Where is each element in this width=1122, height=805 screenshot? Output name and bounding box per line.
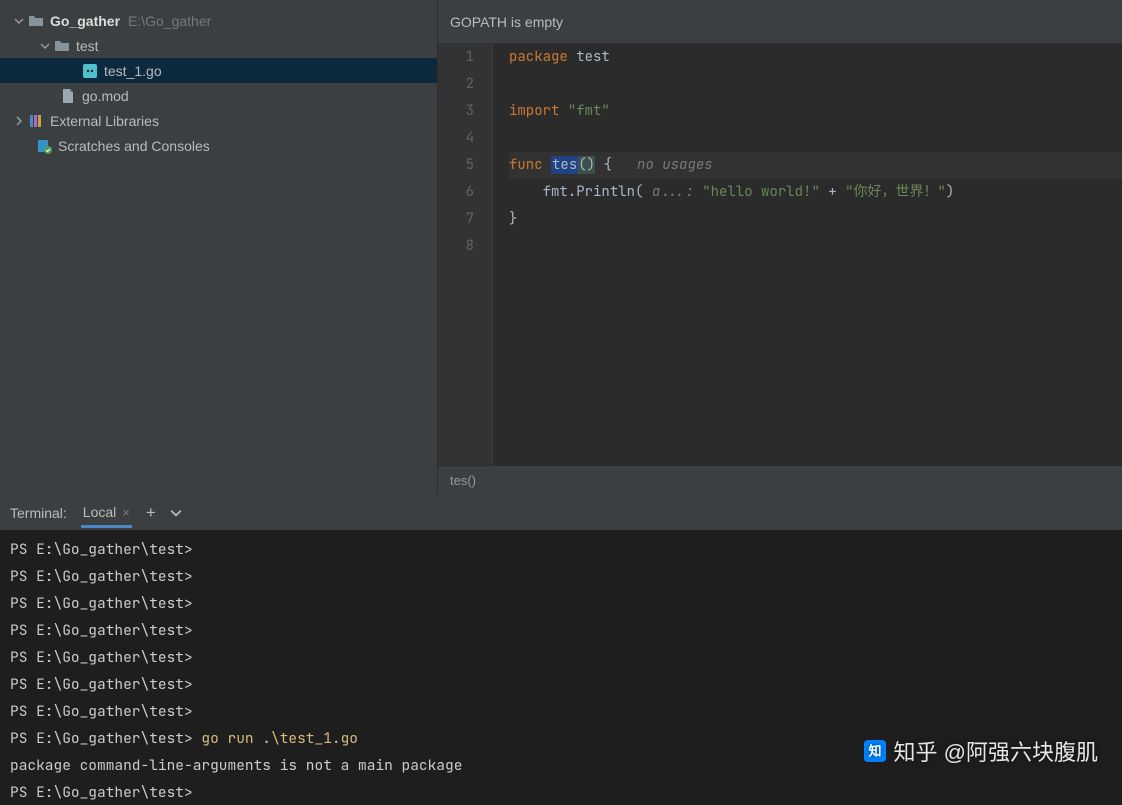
library-icon bbox=[28, 113, 44, 129]
terminal-title: Terminal: bbox=[10, 505, 67, 521]
scratch-icon bbox=[36, 138, 52, 154]
warning-text: GOPATH is empty bbox=[450, 14, 563, 30]
folder-icon bbox=[54, 38, 70, 54]
terminal-tab-local[interactable]: Local × bbox=[81, 498, 132, 528]
zhihu-icon: 知 bbox=[864, 740, 886, 762]
file-label: go.mod bbox=[82, 88, 129, 104]
func-parens: () bbox=[578, 156, 595, 174]
go-file-icon bbox=[82, 63, 98, 79]
svg-text:知: 知 bbox=[868, 744, 881, 759]
line-number[interactable]: 1 bbox=[438, 44, 474, 71]
project-path: E:\Go_gather bbox=[128, 13, 211, 29]
string-lit: "你好，世界！" bbox=[845, 183, 946, 201]
terminal-tabs[interactable]: Terminal: Local × + bbox=[0, 496, 1122, 530]
watermark: 知 知乎 @阿强六块腹肌 bbox=[864, 735, 1098, 767]
project-name: Go_gather bbox=[50, 13, 120, 29]
func-name: tes bbox=[551, 156, 578, 174]
project-tree[interactable]: Go_gather E:\Go_gather test test_1.go go… bbox=[0, 0, 438, 495]
tree-folder-test[interactable]: test bbox=[0, 33, 437, 58]
code-area[interactable]: package test import "fmt" func tes() { n… bbox=[493, 44, 1122, 465]
terminal-line: PS E:\Go_gather\test> bbox=[10, 779, 1112, 805]
pkg-name: test bbox=[576, 48, 610, 66]
brace: { bbox=[603, 156, 611, 174]
line-number[interactable]: 7 bbox=[438, 206, 474, 233]
chevron-down-icon bbox=[14, 16, 24, 26]
tree-root[interactable]: Go_gather E:\Go_gather bbox=[0, 8, 437, 33]
terminal-line: PS E:\Go_gather\test> bbox=[10, 590, 1112, 617]
terminal-line: PS E:\Go_gather\test> bbox=[10, 617, 1112, 644]
line-number[interactable]: 8 bbox=[438, 233, 474, 260]
tree-external-libs[interactable]: External Libraries bbox=[0, 108, 437, 133]
tree-scratches[interactable]: Scratches and Consoles bbox=[0, 133, 437, 158]
tree-file-test1[interactable]: test_1.go bbox=[0, 58, 437, 83]
file-label: test_1.go bbox=[104, 63, 162, 79]
folder-icon bbox=[28, 13, 44, 29]
plus-icon[interactable]: + bbox=[146, 503, 156, 523]
terminal-command: go run .\test_1.go bbox=[201, 729, 358, 748]
kw-func: func bbox=[509, 156, 543, 174]
breadcrumb[interactable]: tes() bbox=[438, 465, 1122, 495]
line-number[interactable]: 3 bbox=[438, 98, 474, 125]
terminal-line: PS E:\Go_gather\test> bbox=[10, 563, 1112, 590]
kw-import: import bbox=[509, 102, 559, 120]
line-number[interactable]: 2 bbox=[438, 71, 474, 98]
import-path: "fmt" bbox=[568, 102, 610, 120]
crumb-text: tes() bbox=[450, 473, 476, 488]
watermark-text: 知乎 @阿强六块腹肌 bbox=[894, 735, 1098, 767]
usage-hint: no usages bbox=[637, 156, 713, 174]
line-number[interactable]: 5 bbox=[438, 152, 474, 179]
scratches-label: Scratches and Consoles bbox=[58, 138, 210, 154]
editor: GOPATH is empty 1 2 3 4 5 6 7 8 package … bbox=[438, 0, 1122, 495]
call-fn: Println bbox=[576, 183, 635, 201]
gutter[interactable]: 1 2 3 4 5 6 7 8 bbox=[438, 44, 493, 465]
gomod-file-icon bbox=[60, 88, 76, 104]
call-obj: fmt bbox=[543, 183, 568, 201]
chevron-down-icon bbox=[40, 41, 50, 51]
brace: } bbox=[509, 210, 517, 228]
string-lit: "hello world!" bbox=[702, 183, 820, 201]
gopath-warning[interactable]: GOPATH is empty bbox=[438, 0, 1122, 44]
kw-package: package bbox=[509, 48, 568, 66]
line-number[interactable]: 6 bbox=[438, 179, 474, 206]
terminal-line: PS E:\Go_gather\test> bbox=[10, 671, 1112, 698]
terminal-line: PS E:\Go_gather\test> bbox=[10, 644, 1112, 671]
chevron-down-icon[interactable] bbox=[170, 507, 182, 519]
tree-file-gomod[interactable]: go.mod bbox=[0, 83, 437, 108]
param-hint: a...: bbox=[652, 183, 694, 201]
line-number[interactable]: 4 bbox=[438, 125, 474, 152]
chevron-right-icon bbox=[14, 116, 24, 126]
folder-label: test bbox=[76, 38, 99, 54]
close-icon[interactable]: × bbox=[122, 505, 130, 520]
terminal-line: PS E:\Go_gather\test> bbox=[10, 536, 1112, 563]
terminal-line: PS E:\Go_gather\test> bbox=[10, 698, 1112, 725]
external-libs-label: External Libraries bbox=[50, 113, 159, 129]
terminal-tab-label: Local bbox=[83, 504, 116, 520]
